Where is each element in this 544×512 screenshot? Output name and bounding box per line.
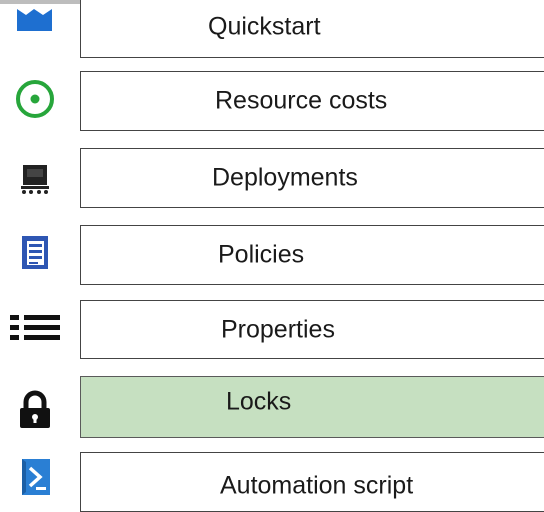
menu-item-label: Properties — [221, 315, 335, 343]
menu-item-label: Policies — [218, 240, 305, 269]
menu-item-box[interactable]: Automation script — [80, 452, 544, 512]
menu-item-box-selected[interactable]: Locks — [80, 376, 544, 438]
menu-item-label: Deployments — [212, 163, 358, 192]
menu-item-properties[interactable]: Properties — [0, 300, 544, 359]
menu-item-box[interactable]: Deployments — [80, 148, 544, 208]
menu-item-box[interactable]: Properties — [80, 300, 544, 359]
menu-item-label: Quickstart — [208, 12, 321, 41]
menu-item-policies[interactable]: Policies — [0, 225, 544, 285]
lock-icon — [0, 382, 70, 438]
menu-item-resource-costs[interactable]: Resource costs — [0, 71, 544, 131]
menu-item-box[interactable]: Policies — [80, 225, 544, 285]
resource-costs-icon — [0, 71, 70, 127]
menu-item-box[interactable]: Quickstart — [80, 0, 544, 58]
menu-item-locks[interactable]: Locks — [0, 376, 544, 438]
policies-icon — [0, 227, 70, 279]
menu-item-quickstart[interactable]: Quickstart — [0, 0, 544, 58]
menu-item-box[interactable]: Resource costs — [80, 71, 544, 131]
menu-item-label: Automation script — [220, 471, 414, 500]
properties-icon — [0, 302, 70, 354]
menu-item-label: Locks — [226, 387, 292, 416]
deployments-icon — [0, 152, 70, 204]
menu-item-label: Resource costs — [215, 86, 388, 115]
automation-script-icon — [0, 452, 70, 502]
menu-item-deployments[interactable]: Deployments — [0, 148, 544, 208]
menu-item-automation-script[interactable]: Automation script — [0, 452, 544, 512]
quickstart-icon — [0, 0, 70, 40]
